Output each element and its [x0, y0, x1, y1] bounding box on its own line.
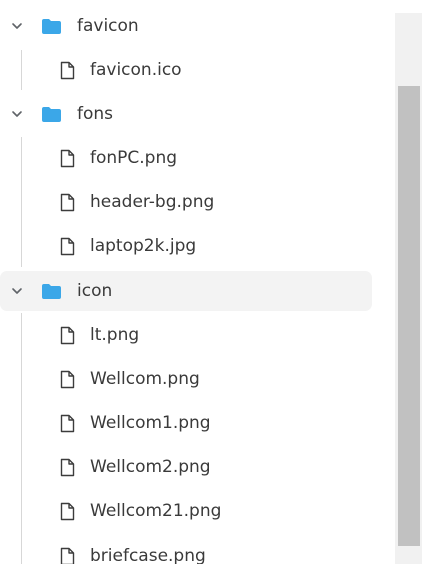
- tree-guide-favicon: [21, 50, 22, 90]
- file-icon: [60, 502, 75, 520]
- file-icon: [60, 370, 75, 388]
- file-label: Wellcom2.png: [90, 457, 211, 477]
- file-label: Wellcom21.png: [90, 501, 222, 521]
- chevron-down-icon[interactable]: [10, 107, 24, 121]
- folder-row-icon[interactable]: icon: [0, 271, 372, 311]
- file-label: Wellcom1.png: [90, 413, 211, 433]
- scrollbar-thumb[interactable]: [398, 86, 420, 546]
- file-icon: [60, 193, 75, 211]
- chevron-down-icon[interactable]: [10, 19, 24, 33]
- folder-icon: [42, 18, 61, 34]
- chevron-down-icon[interactable]: [10, 284, 24, 298]
- folder-label: icon: [77, 281, 113, 301]
- tree-guide-icon: [21, 313, 22, 564]
- folder-icon: [42, 106, 61, 122]
- file-label: lt.png: [90, 325, 140, 345]
- folder-icon: [42, 283, 61, 299]
- folder-row-fons[interactable]: fons: [0, 94, 372, 134]
- file-icon: [60, 458, 75, 476]
- file-label: laptop2k.jpg: [90, 236, 197, 256]
- file-label: favicon.ico: [90, 60, 182, 80]
- file-icon: [60, 547, 75, 564]
- file-tree: favicon favicon.ico fons fonPC.png heade…: [0, 0, 390, 564]
- file-icon: [60, 414, 75, 432]
- tree-guide-fons: [21, 137, 22, 267]
- file-label: fonPC.png: [90, 148, 178, 168]
- file-icon: [60, 326, 75, 344]
- folder-label: fons: [77, 104, 114, 124]
- file-label: header-bg.png: [90, 192, 215, 212]
- file-label: briefcase.png: [90, 546, 206, 564]
- file-label: Wellcom.png: [90, 369, 200, 389]
- folder-label: favicon: [77, 16, 139, 36]
- folder-row-favicon[interactable]: favicon: [0, 6, 372, 46]
- file-icon: [60, 61, 75, 79]
- file-icon: [60, 237, 75, 255]
- file-icon: [60, 149, 75, 167]
